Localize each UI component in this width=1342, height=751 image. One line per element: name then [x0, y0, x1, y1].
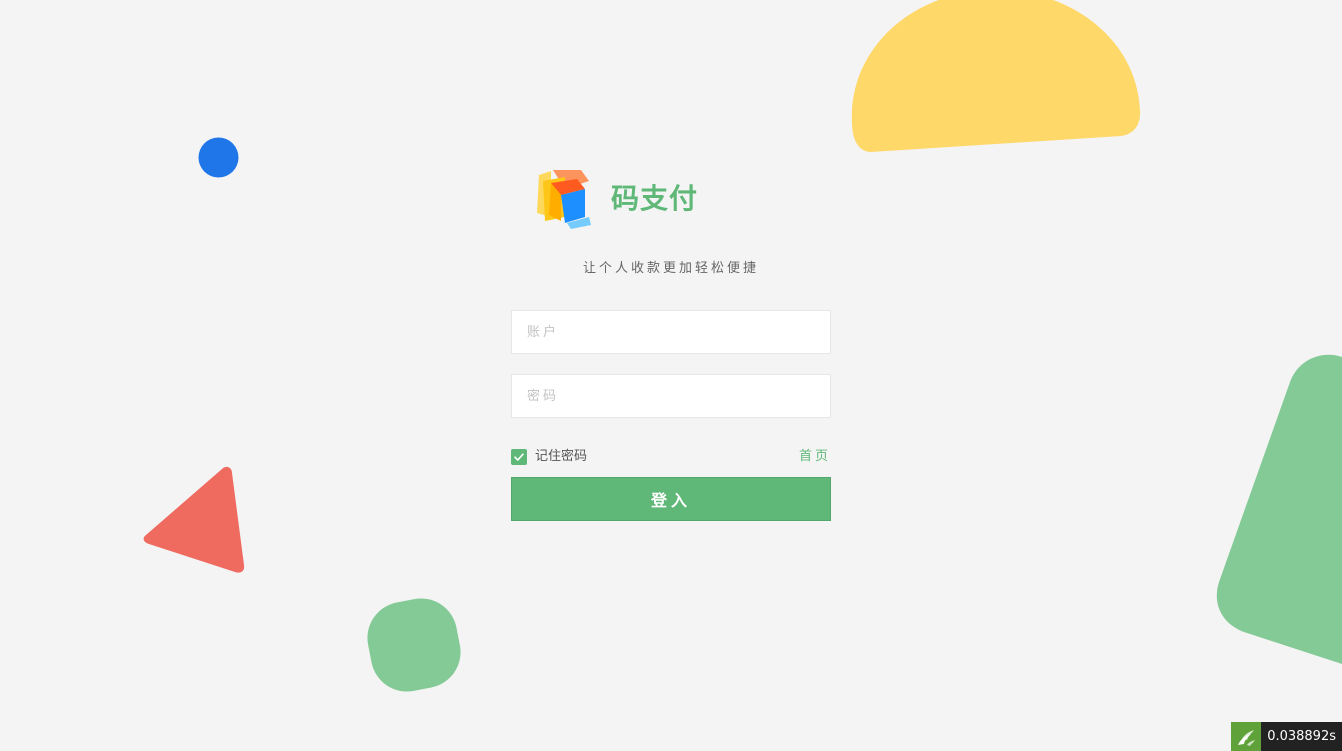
green-rounded-square-shape [367, 598, 461, 692]
login-page: 码支付 让个人收款更加轻松便捷 记住密码 首页 登入 [0, 0, 1342, 751]
flame-logo-icon [1231, 722, 1262, 751]
tagline: 让个人收款更加轻松便捷 [582, 261, 759, 276]
login-panel: 码支付 让个人收款更加轻松便捷 记住密码 首页 登入 [511, 165, 831, 521]
brand-header: 码支付 [511, 165, 831, 235]
checkbox-checked-icon[interactable] [511, 449, 527, 465]
cube-logo-icon [537, 170, 591, 229]
debug-timer-badge[interactable]: 0.038892s [1231, 722, 1342, 751]
brand-name: 码支付 [611, 182, 699, 215]
red-triangle-shape [143, 466, 245, 573]
timer-value: 0.038892s [1261, 722, 1342, 751]
password-input[interactable] [511, 374, 831, 418]
check-icon [514, 453, 524, 461]
login-button[interactable]: 登入 [511, 477, 831, 521]
remember-password-checkbox[interactable]: 记住密码 [511, 447, 587, 467]
green-large-shape [1216, 354, 1342, 664]
remember-password-label[interactable]: 记住密码 [535, 447, 587, 467]
home-link[interactable]: 首页 [799, 447, 831, 467]
options-row: 记住密码 首页 [511, 447, 831, 467]
yellow-half-circle-shape [851, 0, 1141, 152]
blue-circle-shape [198, 137, 239, 178]
username-input[interactable] [511, 310, 831, 354]
